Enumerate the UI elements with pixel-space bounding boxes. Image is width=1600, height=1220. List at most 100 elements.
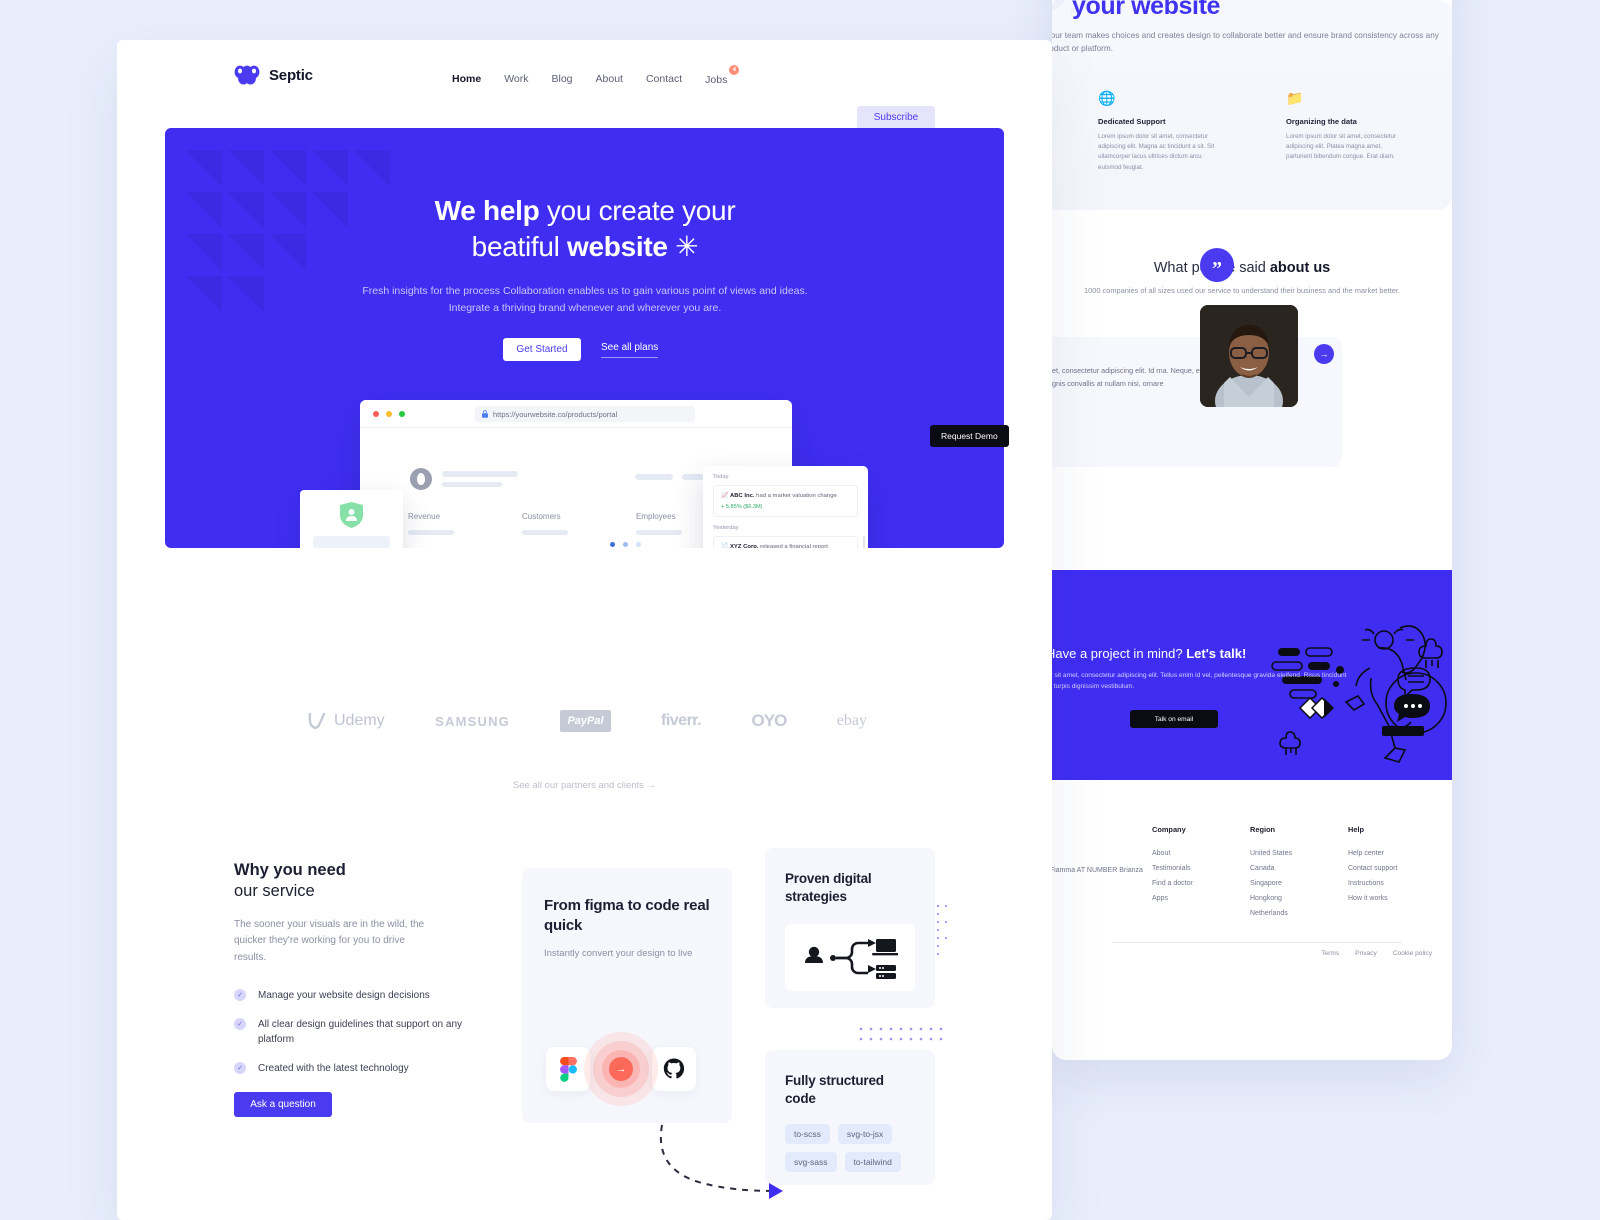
document-icon: 📄 — [721, 543, 729, 548]
why-heading-bold: Why you need — [234, 861, 346, 879]
browser-url-bar[interactable]: https://yourwebsite.co/products/portal — [475, 406, 695, 422]
structured-card-title: Fully structured code — [785, 1073, 884, 1106]
right-feature-list: 🌐 Dedicated Support Lorem ipsum dolor si… — [1098, 90, 1438, 173]
footer-link[interactable]: Help center — [1348, 850, 1404, 857]
login-field-skeleton[interactable] — [313, 536, 390, 548]
chart-icon: 📈 — [721, 493, 729, 499]
conversion-pulse-indicator: → — [584, 1032, 658, 1106]
legend-dot — [623, 542, 628, 547]
get-started-button[interactable]: Get Started — [503, 338, 581, 361]
footer-link[interactable]: Contact support — [1348, 865, 1404, 872]
cta-banner: Have a project in mind? Let's talk! dolo… — [1052, 570, 1452, 780]
footer-link[interactable]: About — [1152, 850, 1208, 857]
nav-item-home[interactable]: Home — [452, 73, 481, 85]
hero-title-bold-2: website — [567, 230, 668, 262]
nav-item-about[interactable]: About — [596, 73, 623, 85]
fully-structured-code-card: Fully structured code to-scss svg-to-jsx… — [765, 1050, 935, 1185]
footer-legal-links: Terms Privacy Cookie policy — [1321, 950, 1432, 957]
brand-logo[interactable]: Septic — [234, 65, 313, 85]
logo-samsung: SAMSUNG — [435, 713, 510, 729]
footer-link[interactable]: Find a doctor — [1152, 880, 1208, 887]
check-icon: ✓ — [234, 1061, 246, 1074]
right-hero-title-line2: your website — [1072, 0, 1221, 20]
feed-item-line: 📈 ABC Inc. had a market valuation change — [721, 492, 850, 501]
footer-column-company: Company About Testimonials Find a doctor… — [1152, 825, 1208, 925]
footer-link[interactable]: Netherlands — [1250, 910, 1306, 917]
footer-link[interactable]: Hongkong — [1250, 895, 1306, 902]
why-heading-light: our service — [234, 882, 315, 901]
kpi-value-skeleton — [408, 530, 454, 535]
hero-subtitle: Fresh insights for the process Collabora… — [362, 285, 808, 314]
window-minimize-dot[interactable] — [386, 411, 392, 417]
legal-link-cookie-policy[interactable]: Cookie policy — [1393, 950, 1432, 957]
browser-url-text: https://yourwebsite.co/products/portal — [493, 409, 618, 419]
brand-name: Septic — [269, 66, 313, 84]
talk-on-email-button[interactable]: Talk on email — [1130, 710, 1218, 728]
checklist-label: All clear design guidelines that support… — [258, 1018, 463, 1045]
arrow-right-icon[interactable]: → — [609, 1057, 633, 1081]
github-tool-box[interactable] — [652, 1047, 696, 1091]
footer-link[interactable]: How it works — [1348, 895, 1404, 902]
logo-label: Udemy — [334, 712, 385, 729]
structured-card-chips: to-scss svg-to-jsx svg-sass to-tailwind — [785, 1123, 920, 1172]
window-maximize-dot[interactable] — [399, 411, 405, 417]
checklist-label: Created with the latest technology — [258, 1062, 409, 1074]
feed-item-text: released a financial report — [758, 543, 828, 548]
request-demo-badge[interactable]: Request Demo — [930, 425, 1009, 447]
why-checklist: ✓ Manage your website design decisions ✓… — [234, 988, 484, 1076]
window-close-dot[interactable] — [373, 411, 379, 417]
right-hero-subtitle: , your team makes choices and creates de… — [1052, 31, 1439, 53]
feed-item[interactable]: 📈 ABC Inc. had a market valuation change … — [713, 485, 858, 517]
kpi-label: Employees — [636, 512, 676, 521]
footer-column-heading: Company — [1152, 825, 1186, 834]
logo-paypal: PayPal — [560, 710, 611, 732]
chip-to-scss[interactable]: to-scss — [785, 1123, 830, 1144]
hero-title-light-2: beatiful — [471, 230, 568, 262]
right-footer: o Fiamma AT NUMBER Brianza Company About… — [1052, 780, 1452, 1010]
check-icon: ✓ — [234, 1017, 246, 1030]
checklist-label: Manage your website design decisions — [258, 989, 430, 1001]
main-page: Septic Home Work Blog About Contact Jobs… — [117, 40, 1052, 1220]
nav-item-work[interactable]: Work — [504, 73, 528, 85]
footer-link[interactable]: Singapore — [1250, 880, 1306, 887]
figma-card-body: Instantly convert your design to live — [544, 948, 693, 959]
cta-body: dolor sit amet, consectetur adipiscing e… — [1052, 672, 1347, 691]
nav-links: Home Work Blog About Contact Jobs 4 — [452, 65, 740, 88]
chip-svg-sass[interactable]: svg-sass — [785, 1151, 837, 1172]
see-all-partners-link[interactable]: See all our partners and clients → — [117, 780, 1052, 791]
dashboard-kpis: Revenue Customers Employees — [408, 512, 738, 535]
legal-link-privacy[interactable]: Privacy — [1355, 950, 1377, 957]
footer-link[interactable]: Instructions — [1348, 880, 1404, 887]
feed-scrollbar[interactable] — [863, 536, 865, 548]
legal-link-terms[interactable]: Terms — [1321, 950, 1339, 957]
footer-link[interactable]: Canada — [1250, 865, 1306, 872]
ask-a-question-button[interactable]: Ask a question — [234, 1092, 332, 1117]
kpi-customers: Customers — [522, 512, 568, 535]
nav-item-jobs[interactable]: Jobs — [705, 74, 727, 86]
kpi-value-skeleton — [522, 530, 568, 535]
github-icon — [663, 1058, 685, 1079]
footer-link[interactable]: Apps — [1152, 895, 1208, 902]
testimonial-next-button[interactable]: → — [1314, 344, 1334, 364]
chip-svg-to-jsx[interactable]: svg-to-jsx — [837, 1123, 893, 1144]
feed-item[interactable]: 📄XYZ Corp. released a financial report A… — [713, 535, 858, 548]
architecture-diagram-icon — [805, 938, 898, 979]
feature-body: Lorem ipsum dolor sit amet, consectetur … — [1286, 133, 1397, 161]
footer-column-heading: Help — [1348, 825, 1365, 834]
lock-icon — [482, 410, 488, 418]
udemy-mark-icon — [308, 712, 326, 729]
why-body: The sooner your visuals are in the wild,… — [234, 919, 425, 963]
dot-decoration — [937, 905, 967, 965]
dashboard-avatar-icon — [410, 468, 432, 490]
feed-group-day: Yesterday — [713, 524, 739, 531]
logo-fiverr: fiverr. — [661, 712, 702, 729]
kpi-label: Revenue — [408, 512, 441, 521]
subscribe-button[interactable]: Subscribe — [857, 106, 935, 129]
see-all-plans-link[interactable]: See all plans — [601, 342, 659, 358]
footer-link[interactable]: United States — [1250, 850, 1306, 857]
nav-item-contact[interactable]: Contact — [646, 73, 682, 85]
kpi-employees: Employees — [636, 512, 682, 535]
nav-item-blog[interactable]: Blog — [552, 73, 573, 85]
footer-link[interactable]: Testimonials — [1152, 865, 1208, 872]
chip-to-tailwind[interactable]: to-tailwind — [844, 1151, 901, 1172]
